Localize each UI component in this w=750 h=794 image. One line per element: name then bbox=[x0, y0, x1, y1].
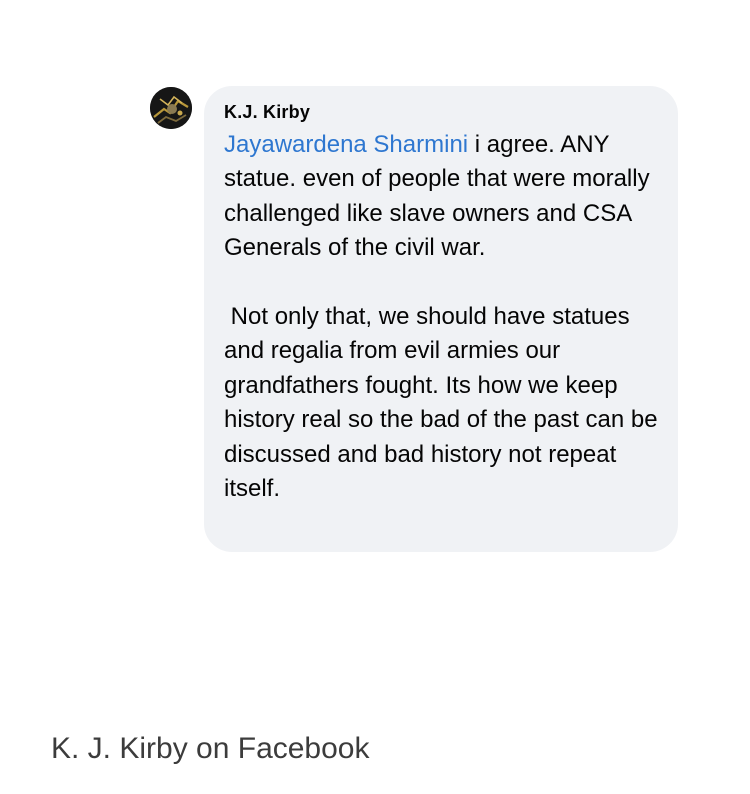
comment-text: Jayawardena Sharmini i agree. ANY statue… bbox=[224, 128, 660, 506]
comment-author[interactable]: K.J. Kirby bbox=[224, 100, 660, 124]
mention-link[interactable]: Jayawardena Sharmini bbox=[224, 131, 468, 158]
comment-paragraph-2: Not only that, we should have statues an… bbox=[224, 303, 665, 503]
profile-avatar-icon bbox=[150, 87, 192, 129]
comment-bubble: K.J. Kirby Jayawardena Sharmini i agree.… bbox=[204, 86, 678, 552]
comment-paragraph-1: Jayawardena Sharmini i agree. ANY statue… bbox=[224, 128, 660, 266]
image-caption: K. J. Kirby on Facebook bbox=[51, 732, 370, 765]
avatar[interactable] bbox=[150, 87, 192, 129]
